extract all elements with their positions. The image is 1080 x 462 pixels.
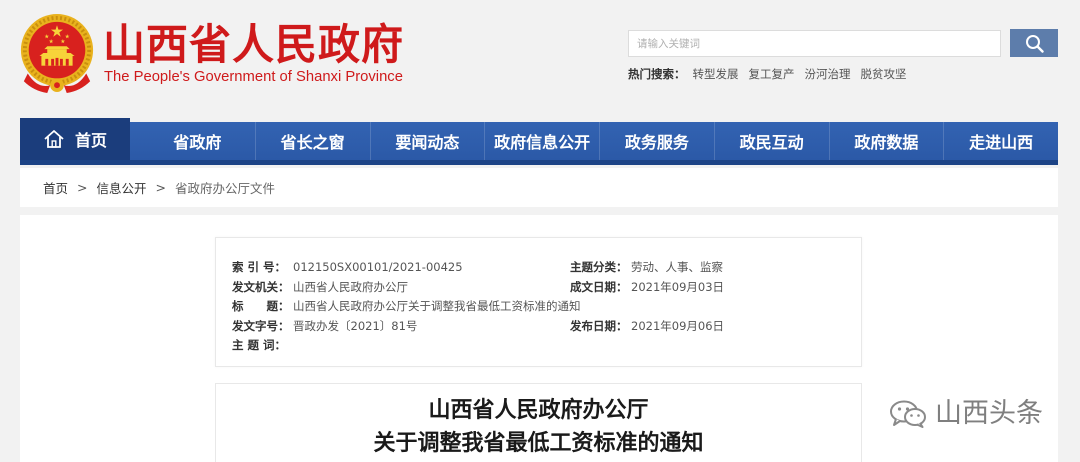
meta-label: 主 题 词： [232, 338, 287, 352]
breadcrumb-separator: > [155, 180, 166, 195]
meta-value: 2021年09月03日 [631, 279, 725, 294]
hot-search-item[interactable]: 转型发展 [693, 66, 739, 82]
hot-search-item[interactable]: 汾河治理 [805, 66, 851, 82]
site-header: 山西省人民政府 The People's Government of Shanx… [0, 0, 1080, 115]
meta-keywords: 主 题 词： [232, 336, 570, 356]
meta-row: 标 题： 山西省人民政府办公厅关于调整我省最低工资标准的通知 [232, 297, 861, 317]
nav-item-news[interactable]: 要闻动态 [369, 122, 485, 160]
breadcrumb-info-disclosure[interactable]: 信息公开 [97, 178, 147, 197]
meta-value: 劳动、人事、监察 [631, 260, 723, 274]
search-input[interactable] [628, 30, 1001, 57]
meta-written-date: 成文日期： 2021年09月03日 [570, 278, 724, 298]
document-body: 山西省人民政府办公厅 关于调整我省最低工资标准的通知 [215, 383, 862, 462]
meta-row: 发文字号： 晋政办发〔2021〕81号 发布日期： 2021年09月06日 [232, 317, 861, 337]
hot-search-item[interactable]: 复工复产 [749, 66, 795, 82]
meta-category: 主题分类： 劳动、人事、监察 [570, 258, 723, 278]
site-logo-link[interactable] [18, 13, 96, 95]
meta-value: 晋政办发〔2021〕81号 [293, 318, 418, 333]
document-title-line1: 山西省人民政府办公厅 [428, 398, 649, 423]
meta-label: 发文字号： [232, 318, 290, 333]
watermark: 山西头条 [889, 399, 1043, 429]
main-nav: 首页 省政府 省长之窗 要闻动态 政府信息公开 政务服务 政民互动 政府数据 走… [20, 118, 1058, 165]
breadcrumb-separator: > [77, 180, 88, 195]
meta-label: 索 引 号： [232, 260, 287, 274]
meta-value: 山西省人民政府办公厅 [293, 279, 408, 294]
meta-label: 成文日期： [570, 279, 628, 294]
nav-item-home-label: 首页 [74, 131, 107, 150]
meta-doc-number: 发文字号： 晋政办发〔2021〕81号 [232, 317, 570, 337]
hot-search-label: 热门搜索： [628, 67, 686, 81]
meta-value: 山西省人民政府办公厅关于调整我省最低工资标准的通知 [293, 299, 581, 313]
home-icon [44, 130, 64, 148]
nav-item-home[interactable]: 首页 [20, 118, 130, 160]
nav-item-provincial-government[interactable]: 省政府 [140, 122, 255, 160]
national-emblem-logo [20, 14, 94, 93]
watermark-text: 山西头条 [935, 398, 1043, 429]
meta-issuer: 发文机关： 山西省人民政府办公厅 [232, 278, 570, 298]
wechat-icon [890, 400, 926, 428]
meta-label: 发布日期： [570, 318, 628, 333]
document-metadata-panel: 索 引 号： 012150SX00101/2021-00425 主题分类： 劳动… [215, 237, 862, 367]
meta-label: 主题分类： [570, 260, 628, 274]
meta-row: 索 引 号： 012150SX00101/2021-00425 主题分类： 劳动… [232, 258, 861, 278]
hot-search-bar: 热门搜索： 转型发展 复工复产 汾河治理 脱贫攻坚 [628, 66, 917, 82]
nav-item-gov-info-disclosure[interactable]: 政府信息公开 [484, 122, 599, 160]
nav-item-public-interaction[interactable]: 政民互动 [713, 122, 829, 160]
hot-search-item[interactable]: 脱贫攻坚 [861, 66, 907, 82]
site-subtitle: The People's Government of Shanxi Provin… [104, 69, 403, 85]
meta-publish-date: 发布日期： 2021年09月06日 [570, 317, 724, 337]
nav-item-governor-window[interactable]: 省长之窗 [254, 122, 370, 160]
meta-label: 发文机关： [232, 279, 290, 294]
nav-item-gov-data[interactable]: 政府数据 [828, 122, 944, 160]
meta-index: 索 引 号： 012150SX00101/2021-00425 [232, 258, 570, 278]
meta-row: 发文机关： 山西省人民政府办公厅 成文日期： 2021年09月03日 [232, 278, 861, 298]
search-button[interactable] [1010, 29, 1058, 57]
nav-item-about-shanxi[interactable]: 走进山西 [943, 122, 1058, 160]
meta-title: 标 题： 山西省人民政府办公厅关于调整我省最低工资标准的通知 [232, 297, 581, 317]
search-icon [1025, 34, 1044, 53]
document-title-line2: 关于调整我省最低工资标准的通知 [373, 431, 704, 456]
nav-item-gov-services[interactable]: 政务服务 [599, 122, 714, 160]
site-title: 山西省人民政府 [103, 20, 405, 69]
meta-value: 2021年09月06日 [631, 318, 725, 333]
meta-value: 012150SX00101/2021-00425 [293, 260, 463, 274]
breadcrumb-home[interactable]: 首页 [43, 178, 68, 197]
meta-row: 主 题 词： [232, 336, 861, 356]
breadcrumb: 首页 > 信息公开 > 省政府办公厅文件 [20, 168, 1058, 207]
meta-label: 标 题： [232, 299, 290, 313]
breadcrumb-current: 省政府办公厅文件 [175, 181, 276, 196]
nav-items: 省政府 省长之窗 要闻动态 政府信息公开 政务服务 政民互动 政府数据 走进山西 [140, 122, 1058, 160]
